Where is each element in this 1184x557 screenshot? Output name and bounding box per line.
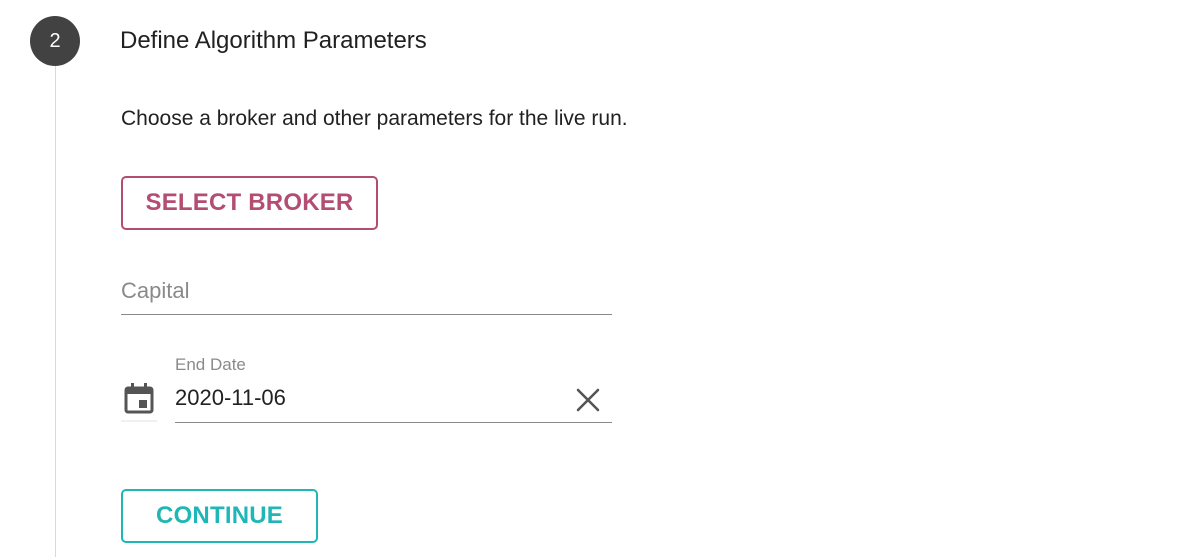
close-icon[interactable] — [574, 386, 602, 414]
step-description: Choose a broker and other parameters for… — [121, 107, 628, 130]
calendar-icon[interactable] — [121, 380, 157, 422]
end-date-input[interactable] — [175, 380, 555, 416]
end-date-field — [175, 380, 612, 423]
select-broker-button[interactable]: SELECT BROKER — [121, 176, 378, 230]
step-title: Define Algorithm Parameters — [120, 27, 427, 54]
end-date-label: End Date — [175, 355, 246, 374]
capital-field — [121, 272, 612, 315]
stepper-line — [55, 66, 56, 557]
continue-button[interactable]: CONTINUE — [121, 489, 318, 543]
step-panel: 2 Define Algorithm Parameters Choose a b… — [0, 0, 1184, 557]
step-number-badge: 2 — [30, 16, 80, 66]
capital-input[interactable] — [121, 272, 612, 310]
